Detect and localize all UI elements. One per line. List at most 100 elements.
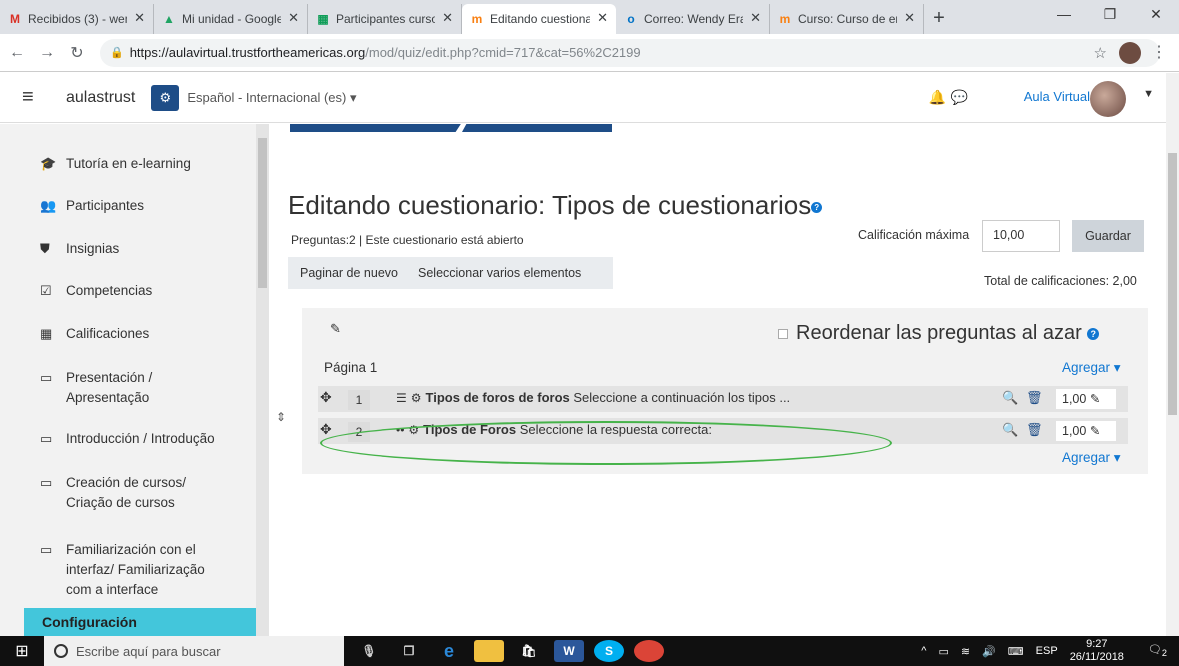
list-icon: ☰ [396, 391, 407, 405]
site-brand[interactable]: aulastrust [66, 89, 135, 107]
profile-avatar[interactable] [1119, 42, 1141, 64]
drawer-scrollbar[interactable] [256, 124, 269, 636]
close-icon[interactable]: ✕ [134, 10, 145, 26]
drawer-item-competencias[interactable]: ☑ Competencias [40, 281, 252, 301]
restore-icon[interactable]: ❐ [1087, 0, 1133, 30]
wifi-icon[interactable]: ≋ [961, 645, 970, 658]
trash-icon[interactable]: 🗑 [1026, 390, 1043, 406]
bookmark-star-icon[interactable]: ☆ [1094, 44, 1107, 62]
chat-icon[interactable]: 💬 [951, 89, 968, 106]
bell-icon[interactable]: 🔔 [929, 89, 946, 106]
avatar[interactable] [1090, 81, 1126, 117]
move-icon[interactable]: ✥ [320, 389, 332, 406]
page-scrollbar[interactable] [1166, 73, 1179, 636]
max-grade-input[interactable]: 10,00 [982, 220, 1060, 252]
drawer-item-calificaciones[interactable]: ▦ Calificaciones [40, 324, 252, 344]
folder-icon: ▭ [40, 431, 53, 446]
question-text[interactable]: ☰ ⚙ Tipos de foros de foros Seleccione a c… [396, 390, 790, 405]
drawer-item-configuracion[interactable]: Configuración [24, 608, 256, 636]
taskbar-search[interactable]: Escribe aquí para buscar [44, 636, 344, 666]
breadcrumb-item[interactable] [290, 124, 470, 132]
browser-tab-drive[interactable]: ▲ Mi unidad - Google D ✕ [154, 4, 308, 34]
question-row: ✥ 1 ☰ ⚙ Tipos de foros de foros Seleccione… [318, 386, 1128, 412]
minimize-icon[interactable]: — [1041, 0, 1087, 30]
drawer-item-introduccion[interactable]: ▭ Introducción / Introdução [40, 429, 252, 449]
moodle-icon: m [779, 12, 791, 26]
close-icon[interactable]: ✕ [597, 10, 608, 26]
repaginate-button[interactable]: Paginar de nuevo [300, 266, 398, 280]
help-icon[interactable]: ? [811, 201, 823, 213]
edit-pencil-icon[interactable]: ✎ [330, 321, 341, 337]
browser-tab-sheets[interactable]: ▦ Participantes curso T ✕ [308, 4, 462, 34]
lock-icon: 🔒 [110, 47, 124, 59]
language-indicator[interactable]: ESP [1036, 645, 1058, 657]
help-icon[interactable]: ? [1087, 327, 1100, 340]
nav-drawer: 🎓 Tutoría en e-learning 👥 Participantes ⛊ I… [0, 124, 269, 636]
drawer-item-creacion[interactable]: ▭ Creación de cursos/ Criação de cursos [40, 473, 202, 513]
browser-tab-active[interactable]: m Editando cuestionari ✕ [462, 4, 616, 34]
battery-icon[interactable]: ▭ [938, 645, 948, 658]
close-icon[interactable]: ✕ [288, 10, 299, 26]
folder-icon: ▭ [40, 370, 53, 385]
skype-icon[interactable]: S [594, 640, 624, 662]
trash-icon[interactable]: 🗑 [1026, 422, 1043, 438]
shuffle-checkbox[interactable] [778, 328, 788, 339]
url-field[interactable]: 🔒 https://aulavirtual.trustfortheamerica… [100, 38, 1160, 67]
question-mark-field[interactable]: 1,00 ✎ [1056, 421, 1116, 441]
shuffle-option[interactable]: Reordenar las preguntas al azar ? [778, 322, 1100, 345]
chrome-icon[interactable] [634, 640, 664, 662]
back-icon[interactable]: ← [4, 44, 30, 62]
breadcrumb-item[interactable] [462, 124, 612, 132]
browser-tab-outlook[interactable]: o Correo: Wendy Erazo ✕ [616, 4, 770, 34]
add-menu-top[interactable]: Agregar ▾ [1062, 360, 1121, 376]
close-icon[interactable]: ✕ [750, 10, 761, 26]
save-button[interactable]: Guardar [1072, 220, 1144, 252]
drawer-item-participantes[interactable]: 👥 Participantes [40, 196, 252, 216]
task-view-icon[interactable]: ❒ [394, 640, 424, 662]
add-menu-bottom[interactable]: Agregar ▾ [1062, 450, 1121, 466]
drawer-item-tutoria[interactable]: 🎓 Tutoría en e-learning [40, 154, 252, 174]
user-name[interactable]: Aula Virtual [1024, 89, 1090, 104]
kebab-menu-icon[interactable]: ⋮ [1151, 42, 1167, 62]
preview-zoom-icon[interactable]: 🔍 [1002, 422, 1018, 438]
preview-zoom-icon[interactable]: 🔍 [1002, 390, 1018, 406]
close-icon[interactable]: ✕ [442, 10, 453, 26]
new-tab-button[interactable]: + [924, 4, 954, 34]
windows-taskbar: ⊞ Escribe aquí para buscar 🎙 ❒ e 🛍 W S ^… [0, 636, 1179, 666]
drawer-item-insignias[interactable]: ⛊ Insignias [40, 239, 252, 259]
close-window-icon[interactable]: ✕ [1133, 0, 1179, 30]
tab-label: Recibidos (3) - wend [28, 12, 127, 26]
settings-gear-icon[interactable]: ⚙ [151, 84, 180, 111]
language-selector[interactable]: Español - Internacional (es) ▾ [187, 90, 356, 106]
scroll-thumb[interactable] [258, 138, 267, 288]
word-icon[interactable]: W [554, 640, 584, 662]
chevron-up-icon[interactable]: ^ [921, 645, 926, 657]
question-mark-field[interactable]: 1,00 ✎ [1056, 389, 1116, 409]
tab-label: Curso: Curso de ensa [798, 12, 897, 26]
drawer-item-presentacion[interactable]: ▭ Presentación / Apresentação [40, 368, 192, 408]
file-explorer-icon[interactable] [474, 640, 504, 662]
move-icon[interactable]: ✥ [320, 421, 332, 438]
page-break-icon[interactable]: ⇕ [276, 410, 286, 424]
hamburger-menu-icon[interactable]: ≡ [22, 86, 42, 109]
notifications-icon[interactable]: 🗨2 [1148, 643, 1167, 658]
caret-down-icon[interactable]: ▼ [1143, 88, 1154, 100]
volume-icon[interactable]: 🔊 [982, 645, 996, 658]
microphone-icon[interactable]: 🎙 [354, 640, 384, 662]
windows-start-icon[interactable]: ⊞ [0, 641, 44, 661]
browser-tab-strip: M Recibidos (3) - wend ✕ ▲ Mi unidad - G… [0, 0, 1179, 34]
site-navbar: ≡ aulastrust ⚙ Español - Internacional (… [0, 73, 1166, 123]
browser-tab-gmail[interactable]: M Recibidos (3) - wend ✕ [0, 4, 154, 34]
window-controls: — ❐ ✕ [1041, 0, 1179, 30]
edge-icon[interactable]: e [434, 640, 464, 662]
drawer-item-familiarizacion[interactable]: ▭ Familiarización con el interfaz/ Famili… [40, 540, 232, 600]
store-icon[interactable]: 🛍 [514, 640, 544, 662]
reload-icon[interactable]: ↻ [64, 43, 90, 63]
browser-tab-course[interactable]: m Curso: Curso de ensa ✕ [770, 4, 924, 34]
forward-icon[interactable]: → [34, 44, 60, 62]
select-multiple-button[interactable]: Seleccionar varios elementos [418, 266, 581, 280]
clock[interactable]: 9:27 26/11/2018 [1070, 638, 1136, 664]
close-icon[interactable]: ✕ [904, 10, 915, 26]
scroll-thumb[interactable] [1168, 153, 1177, 415]
keyboard-icon[interactable]: ⌨ [1008, 645, 1024, 658]
